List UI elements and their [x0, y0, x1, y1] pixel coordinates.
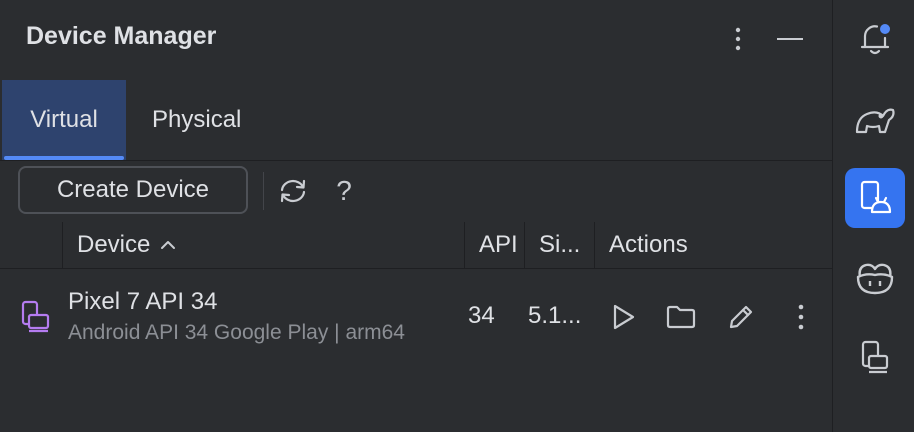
running-devices-icon [861, 340, 889, 374]
minimize-button[interactable] [774, 22, 806, 56]
panel-title: Device Manager [26, 22, 217, 50]
column-header-api[interactable]: API [464, 222, 524, 268]
copilot-button[interactable] [845, 248, 905, 308]
tab-virtual-label: Virtual [30, 106, 98, 133]
refresh-icon [280, 179, 306, 203]
folder-icon [666, 305, 696, 329]
play-icon [613, 304, 635, 330]
right-tool-window-bar [832, 0, 914, 432]
launch-device-button[interactable] [604, 298, 642, 336]
more-options-button[interactable] [722, 22, 754, 56]
device-subtitle: Android API 34 Google Play | arm64 [68, 321, 405, 344]
edit-icon [729, 305, 753, 329]
device-more-options-button[interactable] [782, 298, 820, 336]
device-name: Pixel 7 API 34 [68, 288, 218, 315]
column-header-size[interactable]: Si... [524, 222, 594, 268]
tab-physical[interactable]: Physical [152, 80, 241, 160]
device-manager-tool-button[interactable] [845, 168, 905, 228]
more-vert-icon [735, 27, 741, 51]
help-icon: ? [336, 175, 352, 206]
sort-ascending-icon [160, 240, 176, 250]
table-header: Device API Si... Actions [0, 222, 832, 269]
notifications-icon [860, 24, 890, 55]
device-size: 5.1... [528, 302, 582, 329]
column-header-actions: Actions [594, 222, 832, 268]
column-actions-label: Actions [609, 231, 688, 258]
virtual-device-icon [20, 300, 50, 334]
gradle-button[interactable] [845, 90, 905, 150]
tab-physical-label: Physical [152, 106, 242, 133]
gradle-elephant-icon [855, 108, 895, 134]
column-header-device[interactable]: Device [62, 222, 464, 268]
tab-virtual[interactable]: Virtual [2, 80, 126, 160]
notifications-button[interactable] [845, 8, 905, 68]
copilot-icon [856, 263, 894, 295]
column-device-label: Device [77, 231, 151, 258]
help-button[interactable]: ? [326, 172, 362, 210]
create-device-button[interactable]: Create Device [18, 166, 248, 214]
refresh-button[interactable] [275, 172, 311, 210]
open-device-folder-button[interactable] [662, 298, 700, 336]
edit-device-button[interactable] [722, 298, 760, 336]
device-manager-panel: Device Manager Virtual Physical Create D… [0, 0, 832, 432]
device-api: 34 [468, 302, 495, 329]
toolbar-divider [263, 172, 264, 210]
table-row[interactable] [0, 272, 832, 364]
minimize-icon [777, 38, 803, 40]
column-api-label: API [479, 231, 518, 258]
running-devices-button[interactable] [845, 328, 905, 388]
tab-bar: Virtual Physical [0, 80, 832, 161]
column-size-label: Si... [539, 231, 581, 258]
device-manager-icon [860, 180, 892, 214]
more-vert-icon [798, 304, 804, 330]
